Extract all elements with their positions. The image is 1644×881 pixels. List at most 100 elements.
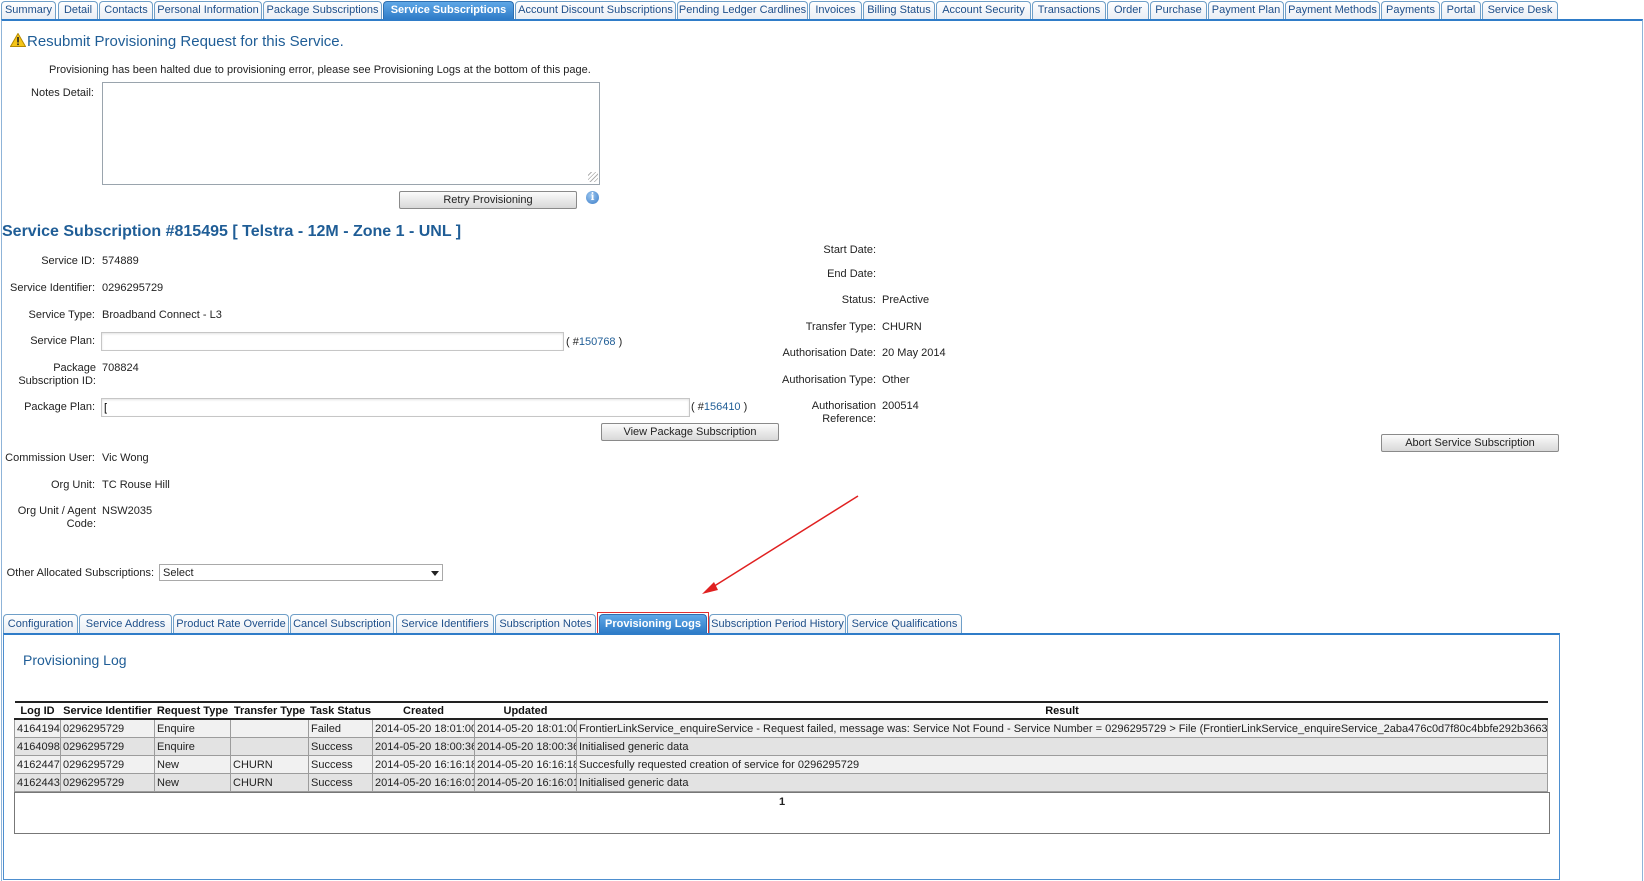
cell-log-id: 4162447: [14, 755, 61, 774]
package-plan-ref-suffix: ): [740, 401, 748, 413]
tab-payments[interactable]: Payments: [1381, 1, 1440, 19]
cell-transfer-type: [230, 737, 309, 756]
tab-account-security[interactable]: Account Security: [936, 1, 1031, 19]
authorisation-date-value: 20 May 2014: [882, 347, 946, 359]
cell-request-type: Enquire: [154, 718, 231, 738]
abort-service-subscription-button[interactable]: Abort Service Subscription: [1381, 434, 1559, 452]
tab-payment-methods[interactable]: Payment Methods: [1285, 1, 1380, 19]
org-unit-agent-code-label: Org Unit / Agent Code:: [0, 505, 96, 531]
service-plan-ref-prefix: ( #: [566, 336, 579, 348]
table-row[interactable]: 4162443 0296295729 New CHURN Success 201…: [14, 773, 1548, 792]
package-subscription-id-value: 708824: [102, 362, 139, 374]
tab-contacts[interactable]: Contacts: [99, 1, 153, 19]
cell-result: Initialised generic data: [576, 773, 1548, 792]
tab-service-identifiers[interactable]: Service Identifiers: [396, 614, 494, 633]
column-header-created[interactable]: Created: [372, 701, 475, 720]
info-icon[interactable]: i: [586, 191, 599, 204]
resubmit-title: Resubmit Provisioning Request for this S…: [27, 33, 344, 50]
tab-subscription-notes[interactable]: Subscription Notes: [495, 614, 596, 633]
tab-transactions[interactable]: Transactions: [1032, 1, 1106, 19]
package-plan-input[interactable]: [101, 398, 690, 417]
tab-portal[interactable]: Portal: [1441, 1, 1481, 19]
subscription-title: Service Subscription #815495 [ Telstra -…: [2, 223, 462, 240]
other-allocated-subscriptions-label: Other Allocated Subscriptions:: [6, 567, 154, 579]
tab-personal-information[interactable]: Personal Information: [154, 1, 262, 19]
tab-detail[interactable]: Detail: [58, 1, 98, 19]
service-plan-link[interactable]: 150768: [579, 336, 616, 348]
tab-subscription-period-history[interactable]: Subscription Period History: [709, 614, 846, 633]
column-header-log-id[interactable]: Log ID: [14, 701, 61, 720]
column-header-result[interactable]: Result: [576, 701, 1548, 720]
tab-service-qualifications[interactable]: Service Qualifications: [847, 614, 962, 633]
org-unit-label: Org Unit:: [50, 479, 95, 491]
column-header-service-identifier[interactable]: Service Identifier: [60, 701, 155, 720]
page-number[interactable]: 1: [15, 796, 1549, 808]
tab-package-subscriptions[interactable]: Package Subscriptions: [263, 1, 382, 19]
cell-transfer-type: [230, 718, 309, 738]
tab-product-rate-override[interactable]: Product Rate Override: [173, 614, 289, 633]
tab-service-desk[interactable]: Service Desk: [1482, 1, 1558, 19]
cell-created: 2014-05-20 18:00:36: [372, 737, 475, 756]
cell-created: 2014-05-20 18:01:00: [372, 718, 475, 738]
tab-summary[interactable]: Summary: [1, 1, 56, 19]
status-label: Status:: [841, 294, 876, 306]
cell-transfer-type: CHURN: [230, 755, 309, 774]
service-plan-input[interactable]: [101, 332, 564, 351]
cell-request-type: Enquire: [154, 737, 231, 756]
cell-updated: 2014-05-20 16:16:18: [474, 755, 577, 774]
cell-created: 2014-05-20 16:16:18: [372, 755, 475, 774]
cell-log-id: 4164098: [14, 737, 61, 756]
table-row[interactable]: 4164098 0296295729 Enquire Success 2014-…: [14, 737, 1548, 756]
service-type-label: Service Type:: [28, 309, 95, 321]
cell-result: Succesfully requested creation of servic…: [576, 755, 1548, 774]
provisioning-halted-message: Provisioning has been halted due to prov…: [49, 64, 591, 76]
org-unit-agent-label-line1: Org Unit / Agent: [17, 505, 96, 517]
column-header-transfer-type[interactable]: Transfer Type: [230, 701, 309, 720]
cell-request-type: New: [154, 755, 231, 774]
table-row[interactable]: 4164194 0296295729 Enquire Failed 2014-0…: [14, 718, 1548, 738]
cell-log-id: 4164194: [14, 718, 61, 738]
tab-service-subscriptions[interactable]: Service Subscriptions: [383, 1, 514, 19]
cell-service-identifier: 0296295729: [60, 737, 155, 756]
tab-order[interactable]: Order: [1107, 1, 1149, 19]
annotation-arrow-icon: [702, 495, 859, 594]
start-date-label: Start Date:: [823, 244, 876, 256]
tab-pending-ledger-cardlines[interactable]: Pending Ledger Cardlines: [677, 1, 808, 19]
retry-provisioning-button[interactable]: Retry Provisioning: [399, 191, 577, 209]
table-row[interactable]: 4162447 0296295729 New CHURN Success 201…: [14, 755, 1548, 774]
authorisation-reference-label-line2: Reference:: [822, 413, 876, 425]
tab-billing-status[interactable]: Billing Status: [863, 1, 935, 19]
commission-user-label: Commission User:: [5, 452, 95, 464]
authorisation-reference-value: 200514: [882, 400, 919, 412]
tab-service-address[interactable]: Service Address: [79, 614, 172, 633]
tab-invoices[interactable]: Invoices: [809, 1, 862, 19]
notes-detail-label: Notes Detail:: [31, 87, 94, 99]
cell-updated: 2014-05-20 18:01:00: [474, 718, 577, 738]
cell-service-identifier: 0296295729: [60, 773, 155, 792]
column-header-task-status[interactable]: Task Status: [308, 701, 373, 720]
tab-cancel-subscription[interactable]: Cancel Subscription: [290, 614, 394, 633]
package-plan-link[interactable]: 156410: [704, 401, 741, 413]
status-value: PreActive: [882, 294, 930, 306]
cell-service-identifier: 0296295729: [60, 755, 155, 774]
service-plan-ref: ( #150768 ): [566, 336, 622, 348]
package-plan-ref-prefix: ( #: [691, 401, 704, 413]
cell-task-status: Failed: [308, 718, 373, 738]
view-package-subscription-button[interactable]: View Package Subscription: [601, 423, 779, 441]
resize-grip-icon[interactable]: [588, 172, 598, 182]
cell-request-type: New: [154, 773, 231, 792]
tab-purchase[interactable]: Purchase: [1150, 1, 1207, 19]
other-allocated-subscriptions-select[interactable]: Select: [159, 564, 443, 581]
authorisation-type-label: Authorisation Type:: [782, 374, 876, 386]
tab-account-discount-subscriptions[interactable]: Account Discount Subscriptions: [515, 1, 676, 19]
column-header-updated[interactable]: Updated: [474, 701, 577, 720]
tab-configuration[interactable]: Configuration: [3, 614, 78, 633]
commission-user-value: Vic Wong: [102, 452, 149, 464]
transfer-type-value: CHURN: [882, 321, 922, 333]
column-header-request-type[interactable]: Request Type: [154, 701, 231, 720]
table-header-row: Log ID Service Identifier Request Type T…: [14, 701, 1548, 720]
tab-payment-plan[interactable]: Payment Plan: [1208, 1, 1284, 19]
cell-updated: 2014-05-20 16:16:01: [474, 773, 577, 792]
cell-task-status: Success: [308, 737, 373, 756]
notes-detail-textarea[interactable]: [102, 82, 600, 185]
